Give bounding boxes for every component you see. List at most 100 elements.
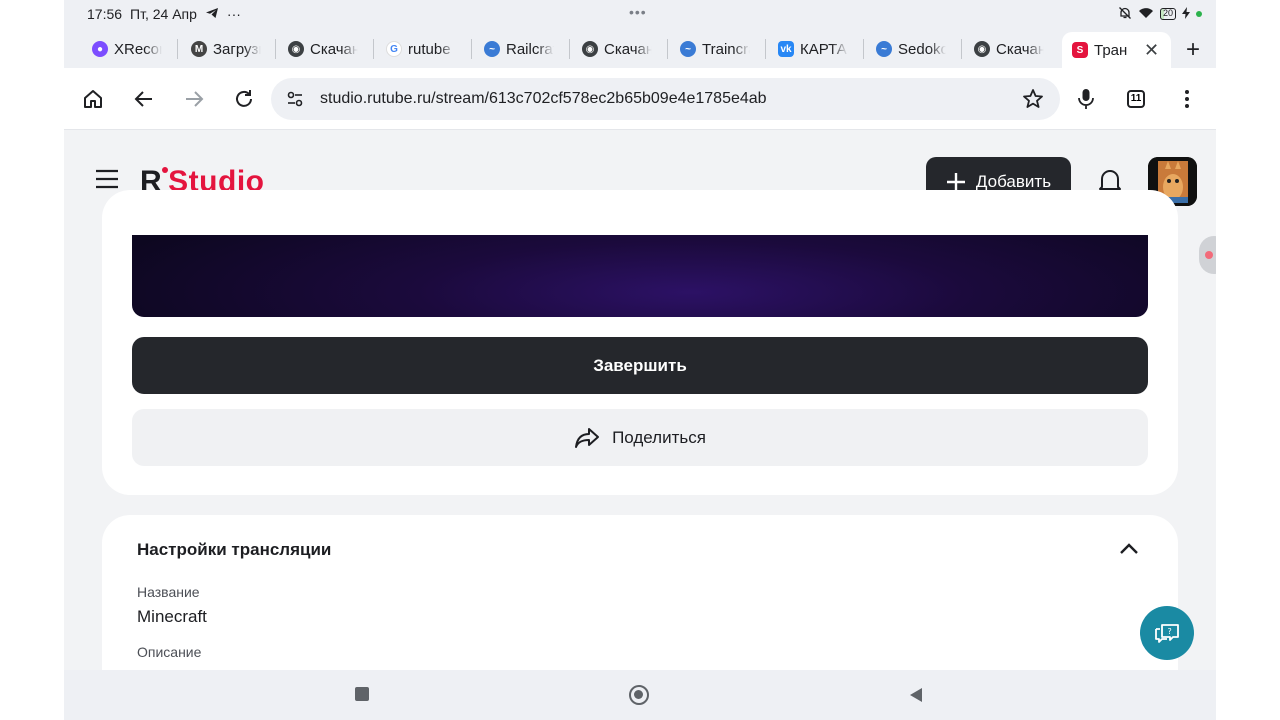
tab-divider xyxy=(471,39,472,59)
reload-icon xyxy=(236,90,252,107)
collapse-settings-button[interactable] xyxy=(1118,538,1140,560)
tab-divider xyxy=(275,39,276,59)
status-more: ··· xyxy=(226,6,241,22)
more-vert-icon xyxy=(1185,90,1189,108)
status-date: Пт, 24 Апр xyxy=(130,6,197,22)
new-tab-button[interactable]: + xyxy=(1186,36,1200,64)
tab-8[interactable]: vk КАРТА xyxy=(778,34,848,64)
tab-3[interactable]: ◉ Скачано xyxy=(288,34,358,64)
system-navigation-bar xyxy=(64,670,1216,720)
curseforge-icon: ~ xyxy=(680,41,696,57)
home-nav-icon[interactable] xyxy=(629,685,649,705)
window-handle[interactable]: ••• xyxy=(629,4,647,20)
status-time: 17:56 xyxy=(87,6,123,22)
wifi-icon xyxy=(1138,7,1154,22)
tab-10[interactable]: ◉ Скачано xyxy=(974,34,1044,64)
url-text[interactable]: studio.rutube.ru/stream/613c702cf578ec2b… xyxy=(320,90,767,108)
curseforge-icon: ~ xyxy=(484,41,500,57)
stream-preview[interactable] xyxy=(132,235,1148,317)
charging-icon xyxy=(1182,6,1190,22)
m-icon: M xyxy=(191,41,207,57)
status-bar: 17:56 Пт, 24 Апр ··· ••• 20 xyxy=(64,0,1216,28)
tab-divider xyxy=(569,39,570,59)
tab-divider xyxy=(961,39,962,59)
plus-icon xyxy=(946,172,965,191)
tab-divider xyxy=(177,39,178,59)
tab-divider xyxy=(765,39,766,59)
tab-active[interactable]: S Тран ✕ xyxy=(1062,32,1172,68)
tab-label: Загрузка xyxy=(213,40,261,58)
back-button[interactable] xyxy=(131,86,157,112)
mute-bell-icon xyxy=(1118,6,1132,23)
tab-divider xyxy=(667,39,668,59)
tab-9[interactable]: ~ Sedoko xyxy=(876,34,946,64)
tab-6[interactable]: ◉ Скачано xyxy=(582,34,652,64)
tab-label: Скачано xyxy=(604,40,652,58)
hamburger-icon xyxy=(96,169,118,189)
right-letterbox xyxy=(1216,0,1280,720)
tab-divider xyxy=(373,39,374,59)
support-chat-button[interactable]: ? xyxy=(1140,606,1194,660)
tab-label: Скачано xyxy=(310,40,358,58)
green-dot-icon xyxy=(1196,11,1202,17)
add-button-label: Добавить xyxy=(975,171,1052,191)
tab-label: Traincraft xyxy=(702,40,750,58)
tab-5[interactable]: ~ Railcraft xyxy=(484,34,554,64)
microphone-icon xyxy=(1078,89,1094,109)
address-bar[interactable]: studio.rutube.ru/stream/613c702cf578ec2b… xyxy=(271,78,1060,120)
tab-count: 11 xyxy=(1127,90,1145,108)
left-letterbox xyxy=(0,0,64,720)
rutube-studio-icon: S xyxy=(1072,42,1088,58)
google-icon: G xyxy=(386,41,402,57)
recents-icon[interactable] xyxy=(355,687,369,701)
name-label: Название xyxy=(137,584,200,600)
finish-stream-label: Завершить xyxy=(593,355,687,375)
back-arrow-icon xyxy=(134,91,152,107)
floating-recorder-handle[interactable] xyxy=(1199,236,1216,274)
browser-menu-button[interactable] xyxy=(1174,86,1200,112)
tab-label: Sedoko xyxy=(898,40,946,58)
share-button[interactable]: Поделиться xyxy=(132,409,1148,466)
tab-1[interactable]: ● XRecorder xyxy=(92,34,162,64)
forward-arrow-icon xyxy=(186,91,204,107)
vk-icon: vk xyxy=(778,41,794,57)
share-icon xyxy=(575,427,600,448)
reload-button[interactable] xyxy=(231,86,257,112)
bookmark-star-icon[interactable] xyxy=(1022,88,1044,115)
tab-label: Тран xyxy=(1094,41,1128,59)
settings-title: Настройки трансляции xyxy=(137,540,332,559)
battery-icon: 20 xyxy=(1159,8,1176,20)
close-tab-icon[interactable]: ✕ xyxy=(1144,40,1159,61)
tab-label: Railcraft xyxy=(506,40,554,58)
finish-stream-button[interactable]: Завершить xyxy=(132,337,1148,394)
description-label: Описание xyxy=(137,644,202,660)
chrome-icon: ◉ xyxy=(288,41,304,57)
back-nav-icon[interactable] xyxy=(908,687,924,708)
home-button[interactable] xyxy=(80,86,106,112)
tab-switcher-button[interactable]: 11 xyxy=(1123,86,1149,112)
browser-toolbar: studio.rutube.ru/stream/613c702cf578ec2b… xyxy=(64,68,1216,130)
tab-4[interactable]: G rutube xyxy=(386,34,456,64)
forward-button[interactable] xyxy=(181,86,207,112)
chrome-icon: ◉ xyxy=(974,41,990,57)
tab-2[interactable]: M Загрузка xyxy=(191,34,261,64)
tab-label: XRecorder xyxy=(114,40,162,58)
tab-label: rutube xyxy=(408,40,451,58)
telegram-icon xyxy=(205,6,219,22)
tab-label: КАРТА xyxy=(800,40,847,58)
tab-strip: ● XRecorder M Загрузка ◉ Скачано G rutub… xyxy=(64,28,1216,68)
share-label: Поделиться xyxy=(612,427,706,447)
xrecorder-icon: ● xyxy=(92,41,108,57)
svg-text:?: ? xyxy=(1168,627,1172,636)
home-icon xyxy=(84,90,102,108)
voice-search-button[interactable] xyxy=(1073,86,1099,112)
name-value[interactable]: Minecraft xyxy=(137,607,207,627)
hamburger-menu-button[interactable] xyxy=(95,169,119,194)
tab-7[interactable]: ~ Traincraft xyxy=(680,34,750,64)
site-settings-icon[interactable] xyxy=(286,90,304,113)
chevron-up-icon xyxy=(1120,543,1138,554)
chrome-icon: ◉ xyxy=(582,41,598,57)
curseforge-icon: ~ xyxy=(876,41,892,57)
tab-divider xyxy=(863,39,864,59)
chat-help-icon: ? xyxy=(1155,624,1179,643)
